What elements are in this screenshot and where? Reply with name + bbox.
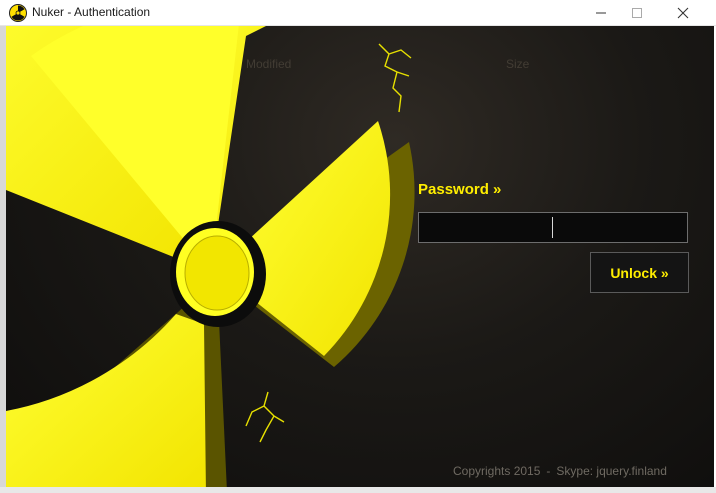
unlock-button[interactable]: Unlock » bbox=[590, 252, 689, 293]
footer-credits: Copyrights 2015- Skype: jquery.finland bbox=[453, 464, 667, 478]
window-bottom-edge bbox=[0, 487, 716, 493]
auth-window-content: Modified Size o e b j n bbox=[6, 26, 714, 487]
maximize-button[interactable] bbox=[614, 0, 660, 26]
title-bar: Nuker - Authentication bbox=[0, 0, 716, 26]
skype-contact: Skype: jquery.finland bbox=[556, 464, 667, 478]
minimize-icon bbox=[596, 12, 606, 14]
radiation-symbol-artwork bbox=[6, 26, 415, 487]
close-button[interactable] bbox=[660, 0, 706, 26]
copyright-text: Copyrights 2015 bbox=[453, 464, 541, 478]
crack-decoration bbox=[378, 43, 412, 113]
close-icon bbox=[677, 7, 689, 19]
crack-decoration bbox=[245, 391, 285, 443]
window-title: Nuker - Authentication bbox=[32, 5, 151, 19]
footer-separator: - bbox=[546, 464, 551, 478]
password-field[interactable] bbox=[418, 212, 688, 243]
text-caret bbox=[552, 217, 553, 238]
radiation-icon bbox=[9, 4, 27, 22]
password-label: Password » bbox=[418, 181, 502, 198]
ghost-column-size: Size bbox=[506, 57, 530, 71]
maximize-icon bbox=[632, 8, 642, 18]
